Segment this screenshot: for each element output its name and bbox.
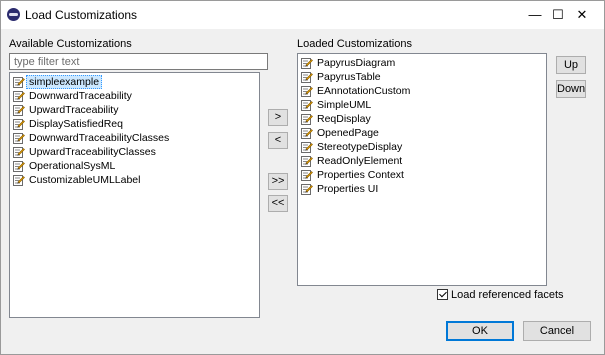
list-item[interactable]: PapyrusTable [298, 70, 546, 84]
list-item-label: DownwardTraceabilityClasses [29, 132, 170, 144]
list-item[interactable]: ReadOnlyElement [298, 154, 546, 168]
customization-icon [13, 77, 25, 88]
load-referenced-facets-label: Load referenced facets [451, 289, 564, 301]
list-item-label: Properties UI [317, 183, 379, 195]
ok-button[interactable]: OK [446, 321, 514, 341]
list-item[interactable]: OperationalSysML [10, 159, 259, 173]
list-item[interactable]: DownwardTraceabilityClasses [10, 131, 259, 145]
customization-icon [13, 175, 25, 186]
list-item-label: DisplaySatisfiedReq [29, 118, 123, 130]
customization-icon [301, 128, 313, 139]
list-item-label: UpwardTraceabilityClasses [29, 146, 156, 158]
list-item[interactable]: ReqDisplay [298, 112, 546, 126]
list-item[interactable]: EAnnotationCustom [298, 84, 546, 98]
list-item-label: EAnnotationCustom [317, 85, 411, 97]
list-item[interactable]: UpwardTraceability [10, 103, 259, 117]
list-item[interactable]: StereotypeDisplay [298, 140, 546, 154]
available-customizations-list[interactable]: simpleexample DownwardTraceability UpwardT… [9, 72, 260, 318]
customization-icon [301, 86, 313, 97]
list-item[interactable]: CustomizableUMLLabel [10, 173, 259, 187]
list-item-label: Properties Context [317, 169, 404, 181]
eclipse-app-icon [7, 8, 20, 21]
filter-input[interactable] [9, 53, 268, 70]
customization-icon [301, 114, 313, 125]
list-item[interactable]: DisplaySatisfiedReq [10, 117, 259, 131]
list-item-label: UpwardTraceability [29, 104, 119, 116]
list-item[interactable]: PapyrusDiagram [298, 56, 546, 70]
loaded-customizations-label: Loaded Customizations [297, 38, 412, 50]
customization-icon [301, 184, 313, 195]
list-item-label: ReadOnlyElement [317, 155, 403, 167]
list-item-label: CustomizableUMLLabel [29, 174, 141, 186]
customization-icon [13, 105, 25, 116]
list-item[interactable]: UpwardTraceabilityClasses [10, 145, 259, 159]
customization-icon [301, 156, 313, 167]
customization-icon [301, 170, 313, 181]
close-button[interactable]: ✕ [559, 1, 605, 29]
customization-icon [13, 119, 25, 130]
title-bar: Load Customizations — ☐ ✕ [1, 1, 604, 29]
customization-icon [13, 147, 25, 158]
loaded-customizations-list[interactable]: PapyrusDiagram PapyrusTable EAnnotationCus… [297, 53, 547, 286]
available-customizations-label: Available Customizations [9, 38, 132, 50]
list-item[interactable]: OpenedPage [298, 126, 546, 140]
list-item-label: simpleexample [26, 75, 103, 89]
list-item-label: SimpleUML [317, 99, 372, 111]
remove-all-button[interactable]: << [268, 195, 288, 212]
move-down-button[interactable]: Down [556, 80, 586, 98]
list-item[interactable]: simpleexample [10, 75, 259, 89]
add-all-button[interactable]: >> [268, 173, 288, 190]
list-item-label: DownwardTraceability [29, 90, 132, 102]
customization-icon [13, 133, 25, 144]
customization-icon [301, 72, 313, 83]
list-item-label: PapyrusDiagram [317, 57, 396, 69]
list-item-label: ReqDisplay [317, 113, 371, 125]
list-item-label: PapyrusTable [317, 71, 381, 83]
list-item[interactable]: Properties Context [298, 168, 546, 182]
customization-icon [13, 91, 25, 102]
list-item[interactable]: Properties UI [298, 182, 546, 196]
remove-button[interactable]: < [268, 132, 288, 149]
list-item[interactable]: SimpleUML [298, 98, 546, 112]
load-customizations-dialog: Load Customizations — ☐ ✕ Available Cust… [0, 0, 605, 355]
list-item-label: StereotypeDisplay [317, 141, 403, 153]
cancel-button[interactable]: Cancel [523, 321, 591, 341]
list-item[interactable]: DownwardTraceability [10, 89, 259, 103]
customization-icon [13, 161, 25, 172]
load-referenced-facets-checkbox[interactable] [437, 289, 448, 300]
customization-icon [301, 58, 313, 69]
customization-icon [301, 100, 313, 111]
window-title: Load Customizations [25, 8, 138, 22]
list-item-label: OpenedPage [317, 127, 379, 139]
customization-icon [301, 142, 313, 153]
move-up-button[interactable]: Up [556, 56, 586, 74]
list-item-label: OperationalSysML [29, 160, 116, 172]
add-button[interactable]: > [268, 109, 288, 126]
